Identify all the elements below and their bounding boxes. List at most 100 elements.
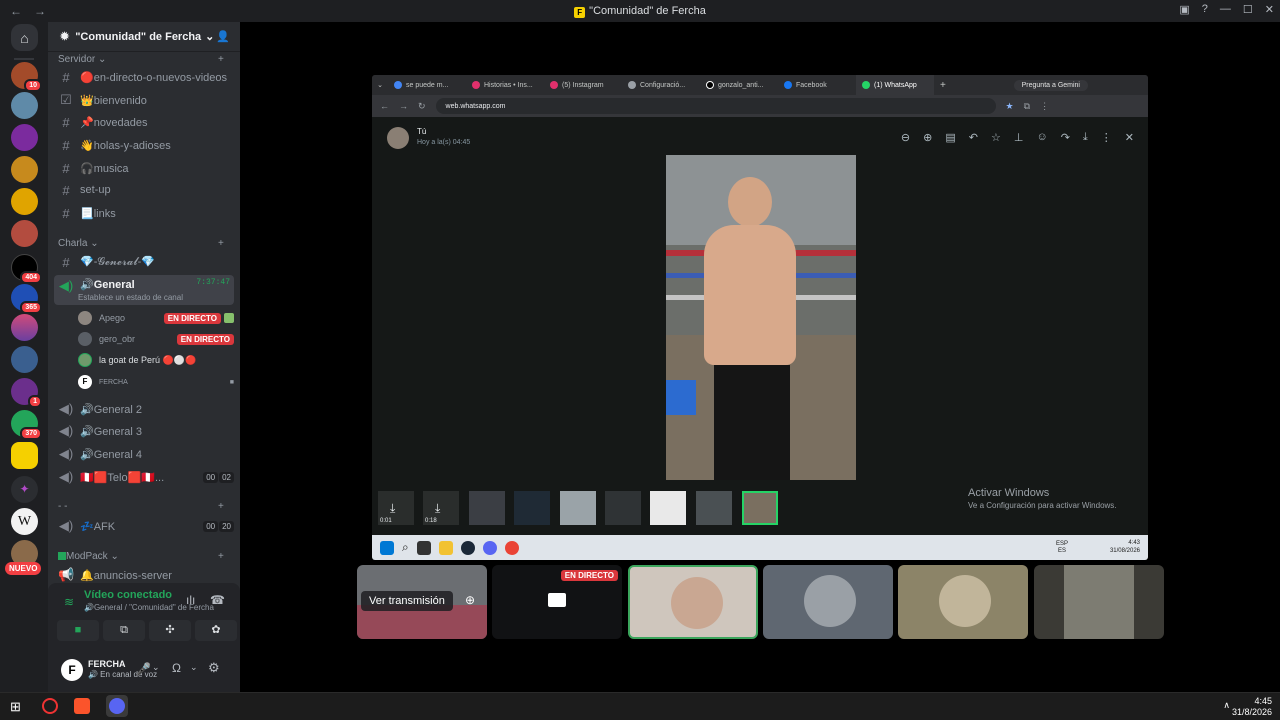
new-tab-icon[interactable]: + <box>940 80 946 91</box>
server-icon[interactable] <box>11 92 38 119</box>
star-icon[interactable]: ☆ <box>991 131 1001 144</box>
channel-musica[interactable]: # 🎧musica <box>58 158 234 178</box>
server-icon[interactable]: W <box>11 508 38 535</box>
thumbnail-selected[interactable] <box>742 491 778 525</box>
avatar[interactable]: F <box>61 659 83 681</box>
soundboard-button[interactable]: ✿ <box>195 620 237 641</box>
chevron-down-icon[interactable]: ⌄ <box>152 662 160 673</box>
tray-chevron-icon[interactable]: ∧ <box>1223 700 1230 711</box>
app-icon[interactable] <box>42 698 58 714</box>
category-modpack[interactable]: ModPack ⌄ + <box>58 551 224 562</box>
close-icon[interactable]: ✕ <box>1265 3 1274 16</box>
voice-channel-general-3[interactable]: ◀) 🔊General 3 <box>58 421 234 441</box>
plus-icon[interactable]: + <box>218 54 224 65</box>
activities-button[interactable]: ✣ <box>149 620 191 641</box>
voice-user[interactable]: Apego EN DIRECTO <box>78 308 234 328</box>
channel-novedades[interactable]: # 📌novedades <box>58 112 234 132</box>
server-icon[interactable]: 365 <box>11 284 42 314</box>
thumbnail[interactable] <box>650 491 686 525</box>
thumbnail[interactable]: ⤓ 0:01 <box>378 491 414 525</box>
voice-channel-general[interactable]: ◀) 🔊General 7:37:47 Establece un estado de … <box>54 275 234 305</box>
thumbnail[interactable] <box>605 491 641 525</box>
browser-tab[interactable]: Facebook <box>778 75 856 95</box>
voice-channel-general-4[interactable]: ◀) 🔊General 4 <box>58 444 234 464</box>
thumbnail[interactable] <box>560 491 596 525</box>
category-charla[interactable]: Charla ⌄ + <box>58 238 224 249</box>
download-icon[interactable]: ⤓ <box>1083 131 1088 144</box>
thumbnail[interactable] <box>696 491 732 525</box>
noise-suppression-icon[interactable]: ılı <box>186 593 195 607</box>
browser-tab[interactable]: gonzalo_anti... <box>700 75 778 95</box>
server-icon[interactable]: 404 <box>11 254 42 284</box>
minimize-icon[interactable]: — <box>1220 3 1231 16</box>
menu-icon[interactable]: ⋮ <box>1040 101 1049 112</box>
voice-channel-afk[interactable]: ◀) 💤AFK 00 20 <box>58 516 234 536</box>
plus-icon[interactable]: + <box>218 238 224 249</box>
server-icon[interactable] <box>11 188 38 215</box>
voice-channel-telo[interactable]: ◀) 🇵🇪🟥Telo🟥🇵🇪... 00 02 <box>58 467 234 487</box>
help-icon[interactable]: ? <box>1202 3 1208 16</box>
server-icon[interactable]: 10 <box>11 62 42 92</box>
watch-stream-button[interactable]: Ver transmisión <box>361 591 453 611</box>
forward-icon[interactable]: ↷ <box>1061 131 1070 144</box>
voice-user[interactable]: gero_obr EN DIRECTO <box>78 329 234 349</box>
voice-channel-general-2[interactable]: ◀) 🔊General 2 <box>58 399 234 419</box>
plus-icon[interactable]: + <box>218 501 224 512</box>
participant-tile[interactable]: Ver transmisión ⊕ <box>357 565 487 639</box>
guild-header[interactable]: ✹ "Comunidad" de Fercha ⌄ 👤 <box>48 22 240 52</box>
reload-icon[interactable]: ↻ <box>418 101 426 112</box>
channel-anuncios[interactable]: 📢 🔔anuncios-server <box>58 565 234 585</box>
voice-user[interactable]: la goat de Perú 🔴⚪🔴 <box>78 350 234 370</box>
browser-tab[interactable]: se puede m... <box>388 75 466 95</box>
channel-en-directo[interactable]: # 🔴en-directo-o-nuevos-videos <box>58 67 234 87</box>
screenshare-stream[interactable]: ⌄ se puede m... Historias • Ins... (5) I… <box>372 75 1148 560</box>
reply-icon[interactable]: ↶ <box>969 131 978 144</box>
discord-home-icon[interactable]: ⌂ <box>11 24 38 51</box>
chevron-down-icon[interactable]: ⌄ <box>190 662 198 673</box>
brave-icon[interactable] <box>74 698 90 714</box>
forward-icon[interactable]: → <box>399 101 408 111</box>
channel-general-text[interactable]: # 💎-𝓖𝓮𝓷𝓮𝓻𝓪𝓵-💎 <box>58 252 234 272</box>
browser-tab[interactable]: Historias • Ins... <box>466 75 544 95</box>
category-servidor[interactable]: Servidor ⌄ + <box>58 54 224 65</box>
channel-links[interactable]: # 📃links <box>58 203 234 223</box>
server-icon[interactable] <box>11 346 38 373</box>
browser-tab[interactable]: (5) Instagram <box>544 75 622 95</box>
participant-tile-speaking[interactable] <box>628 565 758 639</box>
maximize-icon[interactable]: ☐ <box>1243 3 1253 16</box>
plus-icon[interactable]: + <box>218 551 224 562</box>
emoji-icon[interactable]: ☺ <box>1036 131 1047 144</box>
server-icon[interactable] <box>11 220 38 247</box>
more-icon[interactable]: ⋮ <box>1101 131 1112 144</box>
bookmark-star-icon[interactable]: ★ <box>1006 101 1014 112</box>
screenshare-button[interactable]: ⧉ <box>103 620 145 641</box>
category-empty[interactable]: - - + <box>58 501 224 512</box>
os-clock[interactable]: 4:45 31/8/2026 <box>1232 696 1272 718</box>
thumbnail[interactable]: ⤓ 0:18 <box>423 491 459 525</box>
stream-preview-icon[interactable]: ⊕ <box>465 593 475 607</box>
discord-icon[interactable] <box>109 698 125 714</box>
server-icon[interactable] <box>11 124 38 151</box>
extensions-icon[interactable]: ⧉ <box>1024 101 1030 112</box>
voice-user[interactable]: F FERCHA ■ <box>78 372 234 392</box>
disconnect-icon[interactable]: ☎ <box>210 593 225 607</box>
zoom-in-icon[interactable]: ⊕ <box>923 131 932 144</box>
pin-icon[interactable]: ⊥ <box>1014 131 1024 144</box>
add-member-icon[interactable]: 👤 <box>216 30 230 43</box>
windows-start-icon[interactable]: ⊞ <box>10 699 21 715</box>
url-field[interactable]: web.whatsapp.com <box>435 98 996 114</box>
thumbnail[interactable] <box>514 491 550 525</box>
server-icon[interactable]: 1 <box>11 378 42 408</box>
channel-set-up[interactable]: # set-up <box>58 180 234 200</box>
close-viewer-icon[interactable]: ✕ <box>1125 131 1134 144</box>
channel-holas[interactable]: # 👋holas-y-adioses <box>58 135 234 155</box>
channel-status[interactable]: Establece un estado de canal <box>78 293 183 302</box>
back-icon[interactable]: ← <box>380 101 389 111</box>
camera-button[interactable]: ■ <box>57 620 99 641</box>
tab-search-icon[interactable]: ⌄ <box>372 81 388 89</box>
inbox-icon[interactable]: ▣ <box>1179 3 1189 16</box>
participant-tile[interactable]: EN DIRECTO <box>492 565 622 639</box>
participant-tile[interactable] <box>763 565 893 639</box>
server-icon[interactable]: ✦ <box>11 476 38 503</box>
gemini-button[interactable]: Pregunta a Gemini <box>1013 79 1088 91</box>
